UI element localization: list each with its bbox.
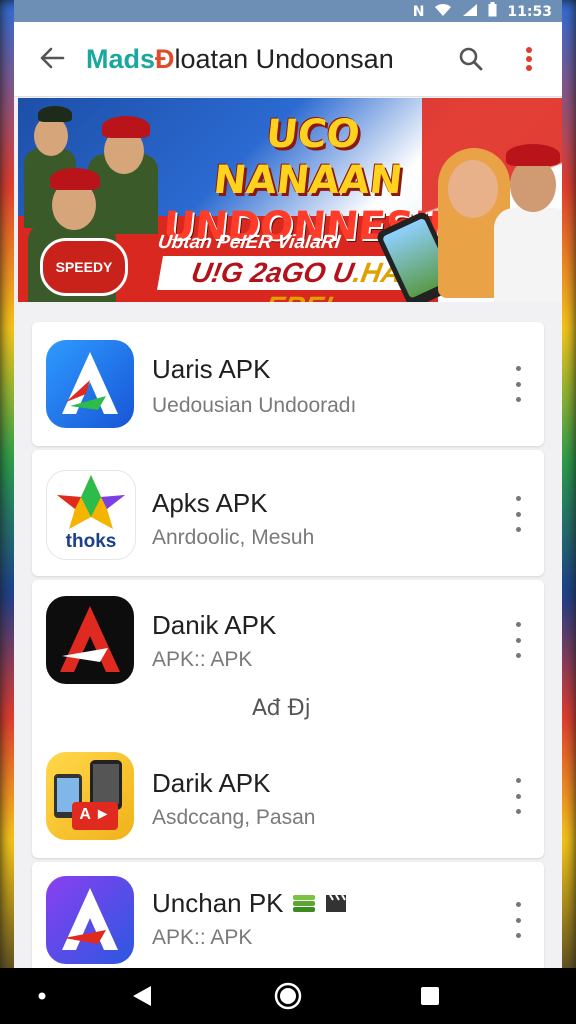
list-item[interactable]: thoks Apks APK Anrdoolic, Mesuh bbox=[32, 450, 544, 576]
tagline-part1: U!G 2aGO U bbox=[189, 257, 357, 288]
app-description: APK:: APK bbox=[152, 926, 253, 949]
app-description: Asdccang, Pasan bbox=[152, 806, 316, 829]
man-figure bbox=[494, 208, 562, 302]
search-button[interactable] bbox=[454, 42, 488, 76]
app-description: APK:: APK bbox=[152, 648, 253, 671]
woman-face bbox=[448, 160, 498, 218]
nav-home-button[interactable] bbox=[272, 980, 304, 1012]
recents-square-icon bbox=[421, 987, 439, 1005]
more-vert-icon bbox=[526, 47, 532, 71]
app-bar: MadsĐloatan Undoonsan bbox=[14, 22, 562, 97]
app-name: Apks APK bbox=[152, 488, 268, 518]
item-menu-button[interactable] bbox=[510, 778, 526, 814]
arrow-back-icon bbox=[40, 47, 65, 69]
dot-icon bbox=[38, 992, 46, 1000]
app-name: Danik APK bbox=[152, 610, 277, 640]
headline-line1: UCO NANAAN bbox=[211, 112, 405, 203]
title-text: loatan Undoonsan bbox=[174, 44, 394, 74]
status-bar: N 11:53 bbox=[14, 0, 562, 22]
a-logo-purple-icon bbox=[46, 876, 134, 964]
stack-icon bbox=[292, 895, 315, 912]
a-logo-black-icon bbox=[46, 596, 134, 684]
item-menu-button[interactable] bbox=[510, 902, 526, 938]
home-circle-icon bbox=[274, 982, 302, 1010]
back-button[interactable] bbox=[34, 40, 70, 76]
clapper-icon bbox=[326, 894, 346, 912]
red-beret bbox=[50, 168, 100, 190]
promo-banner[interactable]: SPEEDY UCO NANAAN UNDONNESIN Ubtan PeIER… bbox=[18, 98, 562, 302]
app-description: Uedousian Undooradı bbox=[152, 394, 357, 417]
star-thoks-icon: thoks bbox=[46, 470, 136, 560]
signal-icon bbox=[462, 3, 478, 21]
nav-back-button[interactable] bbox=[126, 980, 158, 1012]
red-beret bbox=[506, 144, 560, 166]
item-menu-button[interactable] bbox=[510, 366, 526, 402]
nav-dot-button[interactable] bbox=[26, 980, 58, 1012]
list-item[interactable]: Uaris APK Uedousian Undooradı bbox=[32, 322, 544, 446]
overflow-menu-button[interactable] bbox=[514, 42, 544, 76]
item-menu-button[interactable] bbox=[510, 622, 526, 658]
title-brand-mark: Đ bbox=[155, 44, 175, 74]
a-logo-blue-icon bbox=[46, 340, 134, 428]
item-menu-button[interactable] bbox=[510, 496, 526, 532]
title-brand: Mads bbox=[86, 44, 156, 74]
system-nav-bar bbox=[0, 968, 576, 1024]
nfc-icon: N bbox=[412, 3, 425, 20]
icon-label: thoks bbox=[65, 531, 117, 552]
red-beret bbox=[102, 116, 150, 138]
phones-yellow-icon: A ► bbox=[46, 752, 134, 840]
man-face bbox=[510, 158, 556, 212]
phone-screen: N 11:53 MadsĐloatan Undoonsan SPEEDY UCO… bbox=[14, 0, 562, 968]
soldier-head bbox=[34, 116, 68, 156]
search-icon bbox=[459, 47, 483, 71]
section-label: Ađ Đj bbox=[252, 696, 311, 721]
nav-recents-button[interactable] bbox=[414, 980, 446, 1012]
battery-icon bbox=[488, 2, 497, 21]
icon-label: A ► bbox=[79, 806, 111, 823]
app-name: Uaris APK bbox=[152, 354, 271, 384]
status-time: 11:53 bbox=[507, 3, 552, 20]
app-name: Darik APK bbox=[152, 768, 271, 798]
back-triangle-icon bbox=[133, 986, 151, 1006]
page-title: MadsĐloatan Undoonsan bbox=[86, 44, 394, 75]
list-item[interactable]: Unchan PK APK:: APK bbox=[32, 862, 544, 968]
app-description: Anrdoolic, Mesuh bbox=[152, 526, 315, 549]
app-name-text: Unchan PK bbox=[152, 888, 284, 918]
app-name: Unchan PK bbox=[152, 888, 348, 919]
seal-badge: SPEEDY bbox=[40, 238, 128, 296]
soldier-cap bbox=[38, 106, 72, 122]
wifi-icon bbox=[434, 3, 452, 21]
list-item[interactable]: Danik APK APK:: APK Ađ Đj A ► Darik APK … bbox=[32, 580, 544, 858]
